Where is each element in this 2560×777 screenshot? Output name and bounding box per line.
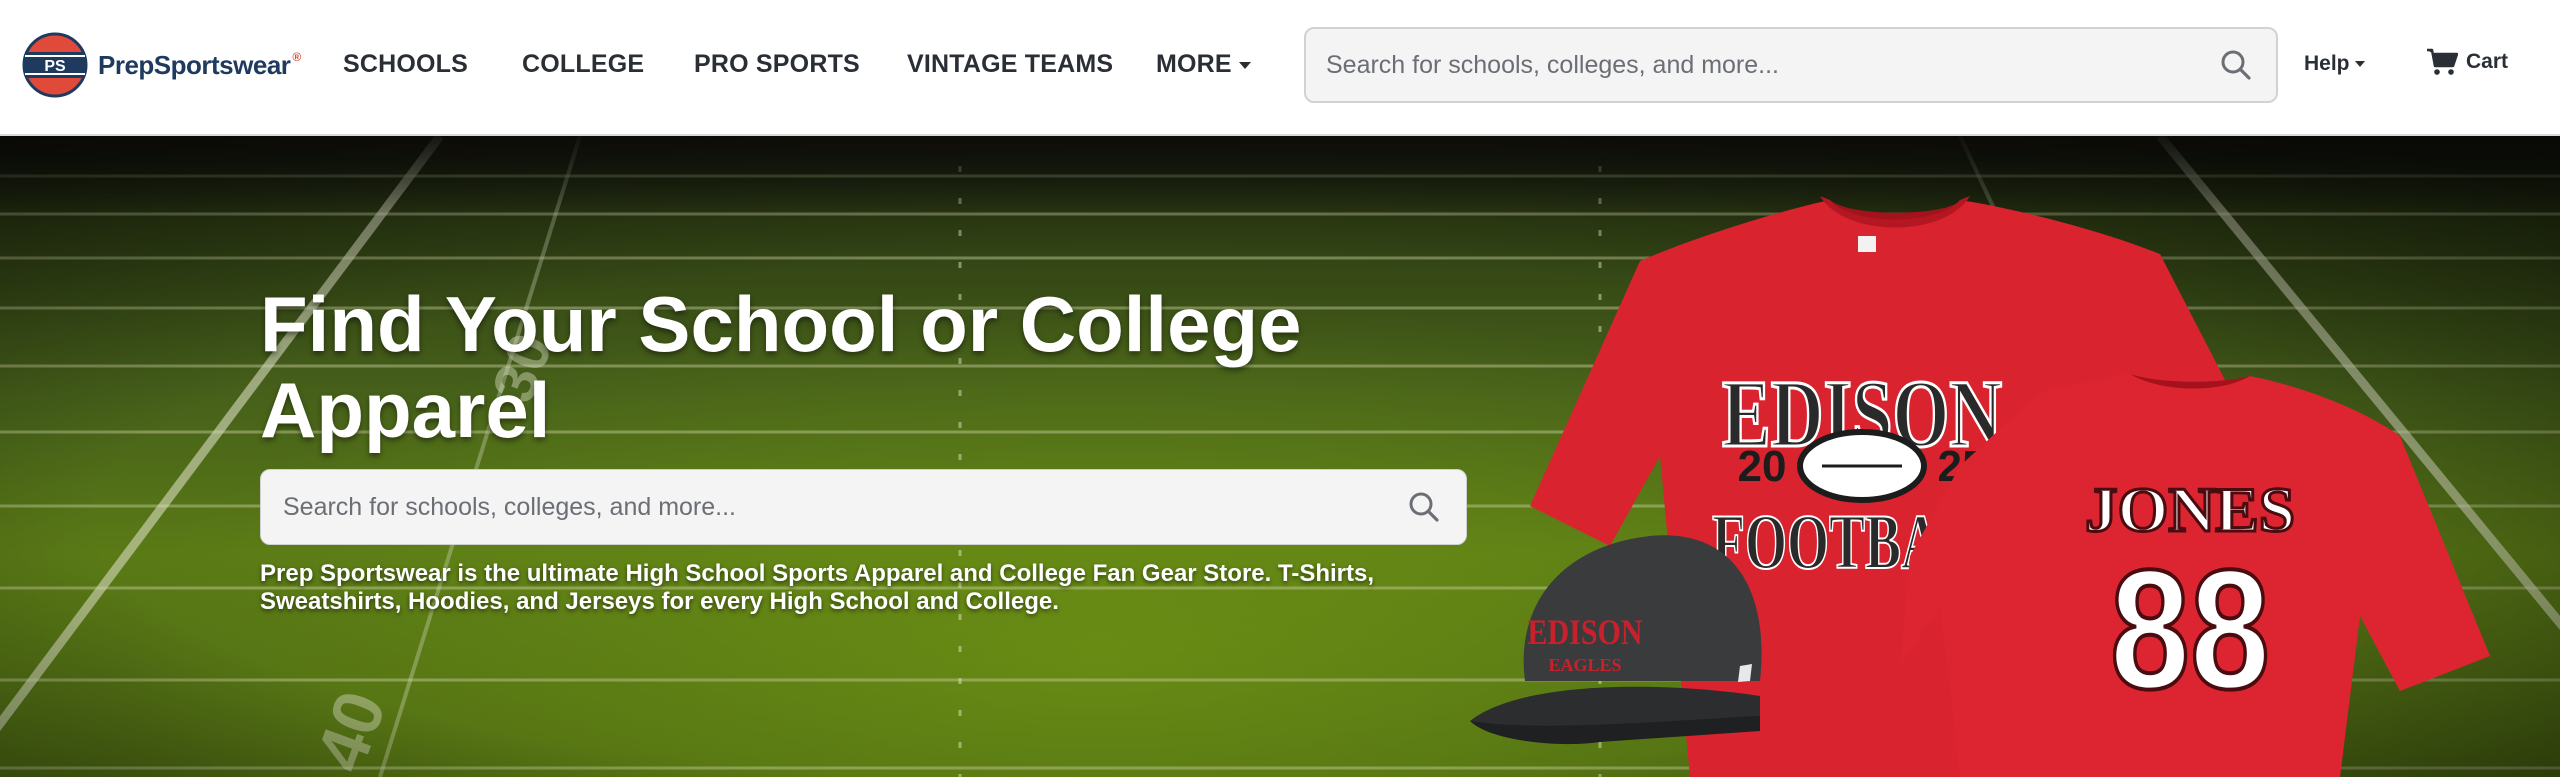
hero-description: Prep Sportswear is the ultimate High Sch…: [260, 560, 1374, 615]
help-label: Help: [2304, 52, 2350, 75]
hero-search-box: [260, 469, 1467, 545]
hero-banner: 30 40 EDISON 20 25 FOOTBALL JONES 88: [0, 136, 2560, 777]
cart-link[interactable]: Cart: [2426, 48, 2508, 76]
product-showcase-image: EDISON 20 25 FOOTBALL JONES 88 EDISON EA…: [1470, 196, 2490, 777]
cap-school-text: EDISON: [1528, 612, 1643, 652]
logo-mark-text: PS: [44, 58, 66, 75]
chevron-down-icon: [1238, 61, 1251, 69]
baseball-cap-image: EDISON EAGLES: [1470, 535, 1762, 745]
cap-brand-logo-icon: [1738, 664, 1752, 682]
cart-label: Cart: [2466, 50, 2509, 73]
logo-registered: ®: [292, 49, 301, 64]
header-search-input[interactable]: [1306, 29, 2276, 101]
logo-name: PrepSportswear: [98, 49, 291, 80]
chevron-down-icon: [2354, 61, 2365, 68]
site-logo[interactable]: PS PrepSportswear ®: [22, 32, 301, 98]
hero-title: Find Your School or College Apparel: [260, 280, 1302, 454]
nav-pro-sports[interactable]: PRO SPORTS: [694, 50, 860, 79]
hero-search-input[interactable]: [261, 470, 1466, 544]
cart-icon: [2427, 48, 2458, 75]
shirt-back-player-number: 88: [2110, 535, 2270, 725]
nav-more-label: MORE: [1156, 50, 1232, 78]
search-icon[interactable]: [2220, 49, 2252, 81]
site-header: PS PrepSportswear ® SCHOOLS COLLEGE PRO S…: [0, 0, 2560, 136]
nav-schools[interactable]: SCHOOLS: [343, 50, 468, 79]
header-search-box: [1304, 27, 2278, 103]
ps-logo-icon: PS: [22, 32, 88, 98]
cap-mascot-text: EAGLES: [1548, 655, 1621, 675]
nav-more[interactable]: MORE: [1156, 50, 1251, 79]
help-menu[interactable]: Help: [2304, 52, 2365, 76]
nav-vintage-teams[interactable]: VINTAGE TEAMS: [907, 50, 1113, 79]
logo-wordmark: PrepSportswear ®: [98, 50, 301, 81]
nav-college[interactable]: COLLEGE: [522, 50, 644, 79]
search-icon[interactable]: [1408, 491, 1440, 523]
shirt-tag-icon: [1858, 236, 1876, 252]
shirt-front-year-left: 20: [1738, 442, 1787, 491]
